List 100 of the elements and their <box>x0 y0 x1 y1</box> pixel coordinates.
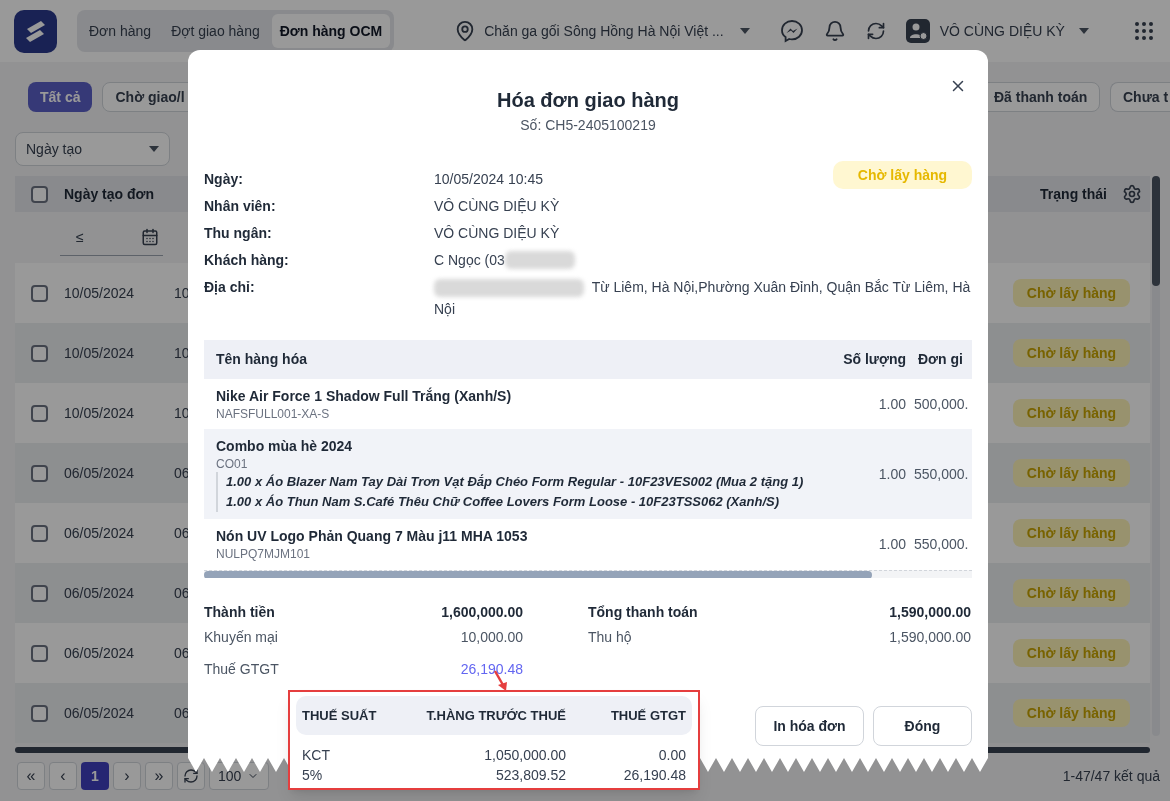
checkbox[interactable] <box>31 284 48 302</box>
page-button[interactable]: 1 <box>81 762 109 790</box>
user-account-icon[interactable] <box>905 19 930 43</box>
result-count: 1-47/47 kết quả <box>1062 766 1160 786</box>
total-label: Tổng thanh toán <box>588 603 698 622</box>
total-value: 1,600,000.00 <box>441 603 523 622</box>
checkbox[interactable] <box>31 404 48 422</box>
total-label: Khuyến mại <box>204 628 278 647</box>
table-cell-text: 0.00 <box>657 746 686 765</box>
field-value: VÔ CÙNG DIỆU KỲ <box>434 197 560 216</box>
checkbox[interactable] <box>31 704 48 722</box>
notification-bell-icon[interactable] <box>823 20 846 42</box>
field-value: VÔ CÙNG DIỆU KỲ <box>434 224 560 243</box>
table-cell-text: 06/05/2024 <box>64 583 136 603</box>
column-header: Tên hàng hóa <box>216 350 308 369</box>
total-value: 10,000.00 <box>460 628 523 647</box>
product-name: Nike Air Force 1 Shadow Full Trắng (Xanh/S) <box>216 386 513 406</box>
field-label: Khách hàng: <box>204 251 290 270</box>
table-cell-text: 5% <box>302 766 324 785</box>
quantity-cell-text: 1.00 <box>877 534 906 554</box>
status-badge: Chờ lấy hàng <box>1013 459 1130 487</box>
column-header: T.HÀNG TRƯỚC THUẾ <box>425 706 566 725</box>
store-name[interactable]: Chăn ga gối Sông Hồng Hà Nội Việt ... <box>484 20 724 42</box>
caret-icon <box>1078 28 1089 34</box>
page-nav-button[interactable]: « <box>17 762 45 790</box>
nav-tab[interactable]: Đơn hàng <box>81 14 160 48</box>
field-value: Từ Liêm, Hà Nội,Phường Xuân Đỉnh, Quận Bắc Từ Liêm, Hà Nội <box>434 278 972 319</box>
total-value: 1,590,000.00 <box>889 603 971 622</box>
field-label: Ngày: <box>204 170 244 189</box>
refresh-button[interactable] <box>177 762 205 790</box>
horizontal-scrollbar[interactable] <box>204 570 972 578</box>
table-cell-text: 06/05/2024 <box>64 643 136 663</box>
app-grid-icon[interactable] <box>1132 19 1156 43</box>
status-badge: Chờ lấy hàng <box>1013 279 1130 307</box>
invoice-number: Số: CH5-2405100219 <box>520 116 656 135</box>
dialog-button[interactable]: In hóa đơn <box>755 706 864 746</box>
messenger-icon[interactable] <box>779 19 804 43</box>
column-header[interactable]: Ngày tạo đơn <box>64 183 155 205</box>
dialog-title: Hóa đơn giao hàng <box>497 88 679 113</box>
product-sku: CO01 <box>216 456 249 472</box>
status-badge: Chờ lấy hàng <box>1013 579 1130 607</box>
total-label: Thuế GTGT <box>204 660 279 679</box>
date-type-select[interactable]: Ngày tạo <box>15 132 170 166</box>
checkbox[interactable] <box>31 464 48 482</box>
column-header: Số lượng <box>842 350 906 369</box>
field-value: C Ngọc (03 <box>434 251 505 270</box>
vertical-scrollbar[interactable] <box>1152 176 1160 736</box>
quantity-cell-text: 1.00 <box>877 464 906 484</box>
status-badge: Chờ lấy hàng <box>1013 639 1130 667</box>
total-value: 1,590,000.00 <box>889 628 971 647</box>
table-cell-text: 10/05/2024 <box>64 403 136 423</box>
checkbox[interactable] <box>31 185 48 203</box>
nav-tab[interactable]: Đơn hàng OCM <box>271 14 391 48</box>
vat-amount-link[interactable]: 26,190.48 <box>460 659 523 680</box>
field-label: Địa chỉ: <box>204 278 256 297</box>
user-name[interactable]: VÔ CÙNG DIỆU KỲ <box>939 20 1065 42</box>
table-cell-text: 523,809.52 <box>494 766 566 785</box>
checkbox[interactable] <box>31 524 48 542</box>
checkbox[interactable] <box>31 344 48 362</box>
product-name: Combo mùa hè 2024 <box>216 437 354 456</box>
table-cell-text: 10/05/2024 <box>64 283 136 303</box>
price-cell-text: 500,000. <box>913 394 970 414</box>
total-label: Thu hộ <box>588 628 632 647</box>
table-cell-text: 26,190.48 <box>622 766 686 785</box>
refresh-icon <box>183 768 199 784</box>
column-header: Đơn gi <box>917 350 964 369</box>
checkbox[interactable] <box>31 584 48 602</box>
status-badge: Chờ lấy hàng <box>1013 699 1130 727</box>
status-filter-chip[interactable]: Tất cả <box>28 82 93 112</box>
quantity-cell-text: 1.00 <box>877 394 906 414</box>
price-cell-text: 550,000. <box>913 464 970 484</box>
caret-icon <box>149 146 159 152</box>
table-cell-text: 10/05/2024 <box>64 343 136 363</box>
column-header[interactable]: Trạng thái <box>1040 183 1107 205</box>
page-nav-button[interactable]: › <box>113 762 141 790</box>
caret-icon <box>739 28 750 34</box>
settings-icon[interactable] <box>1122 184 1142 204</box>
app-logo[interactable] <box>14 9 57 53</box>
checkbox[interactable] <box>31 644 48 662</box>
sync-icon[interactable] <box>865 21 886 41</box>
status-badge: Chờ lấy hàng <box>1013 339 1130 367</box>
table-cell-text: 06/05/2024 <box>64 463 136 483</box>
page-nav-button[interactable]: » <box>145 762 173 790</box>
table-cell-text: KCT <box>302 746 331 765</box>
dialog-button[interactable]: Đóng <box>873 706 972 746</box>
status-badge: Chờ lấy hàng <box>1013 519 1130 547</box>
table-cell-text: 06/05/2024 <box>64 703 136 723</box>
product-name: Nón UV Logo Phản Quang 7 Màu j11 MHA 1053 <box>216 527 529 546</box>
combo-component: 1.00 x Áo Blazer Nam Tay Dài Trơn Vạt Đắp Chéo Form Regular - 10F23VES002 (Mua 2 tặng 1) <box>226 473 805 491</box>
product-sku: NULPQ7MJM101 <box>216 546 312 562</box>
status-badge: Chờ lấy hàng <box>833 161 972 189</box>
combo-component: 1.00 x Áo Thun Nam S.Café Thêu Chữ Coffee Lovers Form Loose - 10F23TSS062 (Xanh/S) <box>226 493 780 511</box>
page-nav-button[interactable]: ‹ <box>49 762 77 790</box>
total-label: Thành tiền <box>204 603 275 622</box>
table-cell-text: 06/05/2024 <box>64 523 136 543</box>
field-label: Thu ngân: <box>204 224 273 243</box>
calendar-icon[interactable] <box>141 228 159 246</box>
status-filter-chip[interactable]: Chưa t <box>1110 82 1170 112</box>
nav-tab[interactable]: Đợt giao hàng <box>163 14 268 48</box>
date-filter-field[interactable]: ≤ <box>60 219 163 256</box>
